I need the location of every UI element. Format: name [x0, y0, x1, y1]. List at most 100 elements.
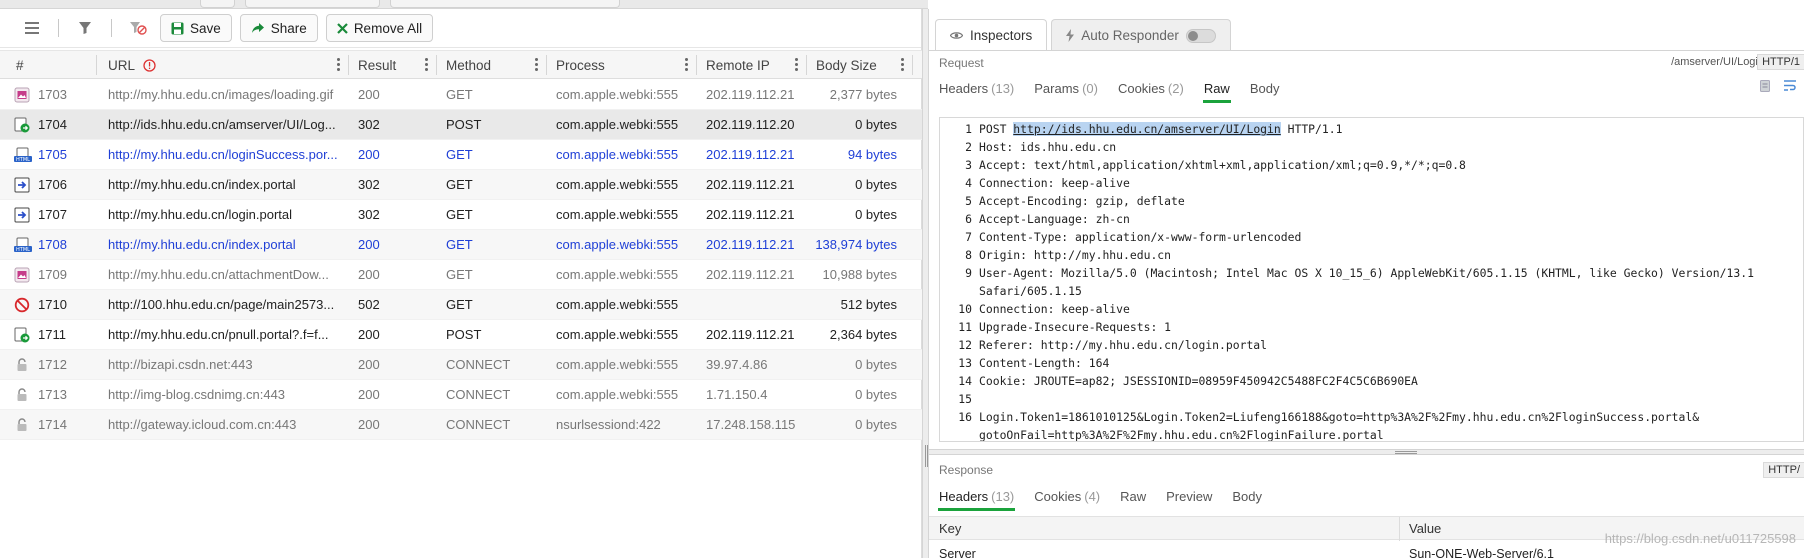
horizontal-splitter[interactable] [929, 449, 1804, 455]
request-tab-body[interactable]: Body [1250, 75, 1280, 101]
inspector-tabs: Inspectors Auto Responder [929, 19, 1231, 51]
column-divider[interactable] [912, 55, 913, 75]
share-button[interactable]: Share [239, 14, 318, 42]
session-row[interactable]: 1706 http://my.hhu.edu.cn/index.portal 302… [0, 170, 922, 200]
save-button[interactable]: Save [160, 14, 232, 42]
tab-inspectors[interactable]: Inspectors [935, 19, 1048, 51]
column-header-num[interactable]: # [16, 51, 96, 79]
session-body-size: 0 bytes [855, 117, 897, 132]
session-remote-ip: 39.97.4.86 [706, 357, 768, 372]
remove-all-button[interactable]: Remove All [325, 14, 434, 42]
splitter-grip[interactable] [1395, 451, 1417, 452]
session-row[interactable]: 1704 http://ids.hhu.edu.cn/amserver/UI/Lo… [0, 110, 922, 140]
column-process-label: Process [556, 57, 605, 73]
key-column-label[interactable]: Key [939, 521, 961, 536]
session-number: 1703 [38, 87, 67, 102]
request-protocol-badge: HTTP/1 [1757, 54, 1804, 70]
session-row[interactable]: 1713 http://img-blog.csdnimg.cn:443 200 CON… [0, 380, 922, 410]
session-remote-ip: 202.119.112.21 [706, 87, 795, 102]
word-wrap-icon[interactable] [1784, 80, 1796, 92]
response-tab-count: (13) [991, 488, 1015, 504]
column-menu-icon[interactable] [685, 58, 688, 71]
response-tab-label: Body [1232, 488, 1263, 504]
session-result: 200 [358, 147, 380, 162]
raw-line-1-url[interactable]: http://ids.hhu.edu.cn/amserver/UI/Login [1013, 122, 1281, 136]
request-tab-count: (0) [1082, 80, 1098, 96]
request-path: /amserver/UI/Login [1671, 56, 1764, 68]
session-process: com.apple.webki:555 [556, 87, 679, 102]
column-menu-icon[interactable] [901, 58, 904, 71]
column-menu-icon[interactable] [425, 58, 428, 71]
column-menu-icon[interactable] [795, 58, 798, 71]
session-remote-ip: 202.119.112.21 [706, 267, 795, 282]
top-tab-strip [0, 0, 928, 9]
response-tab-raw[interactable]: Raw [1120, 483, 1146, 509]
session-row[interactable]: 1703 http://my.hhu.edu.cn/images/loading.… [0, 80, 922, 110]
lock-icon [14, 387, 30, 403]
session-row[interactable]: 1707 http://my.hhu.edu.cn/login.portal 302… [0, 200, 922, 230]
response-tab-body[interactable]: Body [1232, 483, 1262, 509]
session-method: POST [446, 327, 482, 342]
session-row[interactable]: 1710 http://100.hhu.edu.cn/page/main2573.… [0, 290, 922, 320]
column-header-url[interactable]: URL [108, 51, 348, 79]
session-method: GET [446, 237, 473, 252]
clear-filter-icon[interactable] [124, 14, 152, 42]
warning-icon [143, 58, 156, 72]
auto-responder-toggle[interactable] [1185, 28, 1216, 43]
session-body-size: 10,988 bytes [822, 267, 897, 282]
column-divider[interactable] [546, 55, 547, 75]
value-column-label[interactable]: Value [1409, 521, 1441, 536]
tab-fragment[interactable] [245, 0, 380, 8]
tab-auto-responder[interactable]: Auto Responder [1051, 19, 1231, 51]
session-process: com.apple.webki:555 [556, 297, 679, 312]
menu-icon[interactable] [18, 14, 46, 42]
request-tab-headers[interactable]: Headers (13) [939, 75, 1014, 101]
column-menu-icon[interactable] [337, 58, 340, 71]
response-tab-label: Cookies [1034, 488, 1082, 504]
column-divider[interactable] [96, 55, 97, 75]
session-row[interactable]: 1712 http://bizapi.csdn.net:443 200 CONNECT… [0, 350, 922, 380]
share-label: Share [270, 20, 307, 36]
column-menu-icon[interactable] [535, 58, 538, 71]
session-number: 1704 [38, 117, 67, 132]
column-header-process[interactable]: Process [556, 51, 696, 79]
raw-request-view[interactable]: 1 POST http://ids.hhu.edu.cn/amserver/UI/… [939, 117, 1804, 442]
session-row[interactable]: 1711 http://my.hhu.edu.cn/pnull.portal?.f… [0, 320, 922, 350]
session-row[interactable]: HTML 1705 http://my.hhu.edu.cn/loginSucces… [0, 140, 922, 170]
toolbar-divider [58, 19, 59, 37]
svg-text:HTML: HTML [16, 157, 30, 163]
request-tab-cookies[interactable]: Cookies (2) [1118, 75, 1184, 101]
request-tab-label: Body [1249, 80, 1280, 96]
session-number: 1707 [38, 207, 67, 222]
vertical-splitter[interactable] [922, 9, 929, 558]
column-divider[interactable] [436, 55, 437, 75]
raw-view-tools [1760, 80, 1796, 92]
tab-fragment[interactable] [200, 0, 235, 8]
raw-line-4: 4 Connection: keep-alive [965, 176, 1130, 190]
request-tab-params[interactable]: Params (0) [1034, 75, 1098, 101]
response-tab-preview[interactable]: Preview [1166, 483, 1212, 509]
filter-icon[interactable] [71, 14, 99, 42]
column-divider[interactable] [696, 55, 697, 75]
session-result: 200 [358, 327, 380, 342]
tab-auto-responder-label: Auto Responder [1081, 28, 1179, 43]
column-header-remote-ip[interactable]: Remote IP [706, 51, 806, 79]
column-divider[interactable] [806, 55, 807, 75]
response-tab-cookies[interactable]: Cookies (4) [1034, 483, 1100, 509]
session-row[interactable]: HTML 1708 http://my.hhu.edu.cn/index.porta… [0, 230, 922, 260]
tab-fragment[interactable] [390, 0, 620, 8]
column-header-method[interactable]: Method [446, 51, 546, 79]
session-row[interactable]: 1709 http://my.hhu.edu.cn/attachmentDow..… [0, 260, 922, 290]
session-result: 200 [358, 357, 380, 372]
column-divider[interactable] [348, 55, 349, 75]
session-number: 1714 [38, 417, 67, 432]
column-header-result[interactable]: Result [358, 51, 436, 79]
splitter-grip[interactable] [925, 445, 926, 467]
session-row[interactable]: 1714 http://gateway.icloud.com.cn:443 200 C… [0, 410, 922, 440]
column-header-body-size[interactable]: Body Size [816, 51, 912, 79]
column-divider[interactable] [1399, 517, 1400, 541]
response-tab-headers[interactable]: Headers (13) [937, 483, 1016, 511]
copy-icon[interactable] [1760, 80, 1770, 92]
save-label: Save [190, 20, 221, 36]
request-tab-raw[interactable]: Raw [1202, 75, 1231, 103]
